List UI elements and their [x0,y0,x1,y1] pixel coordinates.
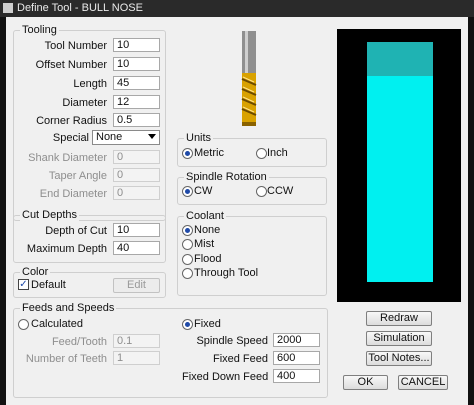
tool-preview [337,29,461,302]
depth-of-cut-input[interactable]: 10 [113,223,160,237]
chevron-down-icon [148,134,156,139]
coolant-mist-label: Mist [194,238,215,250]
tool-preview-shank [367,42,433,76]
feeds-fixed-radio[interactable] [182,319,193,330]
corner-radius-label: Corner Radius [36,115,107,127]
length-input[interactable]: 45 [113,76,160,90]
redraw-button[interactable]: Redraw [366,311,432,326]
feeds-calculated-radio[interactable] [18,319,29,330]
coolant-none-label: None [194,224,221,236]
coolant-through-tool-radio[interactable] [182,268,193,279]
tool-preview-body [367,76,433,282]
corner-radius-input[interactable]: 0.5 [113,113,160,127]
spindle-speed-label: Spindle Speed [196,335,268,347]
feed-tooth-label: Feed/Tooth [51,336,107,348]
end-diameter-label: End Diameter [39,188,107,200]
feeds-speeds-group-label: Feeds and Speeds [20,302,117,314]
title-bar: Define Tool - BULL NOSE [0,0,474,17]
rotation-ccw-radio[interactable] [256,186,267,197]
number-of-teeth-label: Number of Teeth [25,353,107,365]
shank-diameter-label: Shank Diameter [28,152,107,164]
spindle-speed-input[interactable]: 2000 [273,333,320,347]
tool-number-input[interactable]: 10 [113,38,160,52]
taper-angle-label: Taper Angle [48,170,107,182]
length-label: Length [73,78,107,90]
default-color-checkbox[interactable]: ✓ [18,279,29,290]
feed-tooth-input[interactable]: 0.1 [113,334,160,348]
default-color-label: Default [31,279,66,291]
end-diameter-input[interactable]: 0 [113,186,160,200]
ok-button[interactable]: OK [343,375,388,390]
rotation-ccw-label: CCW [267,185,294,197]
feeds-fixed-label: Fixed [194,318,221,330]
tool-notes-button[interactable]: Tool Notes... [366,351,432,366]
number-of-teeth-input[interactable]: 1 [113,351,160,365]
dialog-client: Tooling Tool Number 10 Offset Number 10 … [6,17,468,405]
window-title: Define Tool - BULL NOSE [17,2,143,14]
edit-color-button[interactable]: Edit [113,278,160,293]
coolant-group-label: Coolant [184,210,226,222]
coolant-none-radio[interactable] [182,225,193,236]
fixed-down-feed-label: Fixed Down Feed [182,371,269,383]
depth-of-cut-label: Depth of Cut [45,225,107,237]
color-group-label: Color [20,266,51,278]
coolant-flood-radio[interactable] [182,254,193,265]
tool-number-label: Tool Number [44,40,107,52]
rotation-cw-radio[interactable] [182,186,193,197]
special-select[interactable]: None [92,130,160,145]
offset-number-label: Offset Number [35,59,107,71]
units-inch-radio[interactable] [256,148,267,159]
coolant-through-tool-label: Through Tool [194,267,259,279]
units-inch-label: Inch [267,147,288,159]
cancel-button[interactable]: CANCEL [398,375,448,390]
tool-image [241,31,257,126]
units-metric-radio[interactable] [182,148,193,159]
taper-angle-input[interactable]: 0 [113,168,160,182]
coolant-mist-radio[interactable] [182,239,193,250]
units-metric-label: Metric [194,147,224,159]
fixed-feed-input[interactable]: 600 [273,351,320,365]
tooling-group-label: Tooling [20,24,59,36]
shank-diameter-input[interactable]: 0 [113,150,160,164]
rotation-cw-label: CW [194,185,213,197]
cut-depths-group-label: Cut Depths [20,209,80,221]
fixed-feed-label: Fixed Feed [212,353,268,365]
diameter-input[interactable]: 12 [113,95,160,109]
maximum-depth-input[interactable]: 40 [113,241,160,255]
special-select-value: None [96,131,123,143]
define-tool-window: Define Tool - BULL NOSE Tooling Tool Num… [0,0,474,405]
spindle-rotation-group-label: Spindle Rotation [184,171,269,183]
simulation-button[interactable]: Simulation [366,331,432,346]
fixed-down-feed-input[interactable]: 400 [273,369,320,383]
units-group-label: Units [184,132,214,144]
special-label: Special [52,132,89,144]
coolant-flood-label: Flood [194,253,222,265]
offset-number-input[interactable]: 10 [113,57,160,71]
maximum-depth-label: Maximum Depth [26,243,107,255]
app-icon [3,3,13,13]
diameter-label: Diameter [62,97,107,109]
feeds-calculated-label: Calculated [31,318,83,330]
